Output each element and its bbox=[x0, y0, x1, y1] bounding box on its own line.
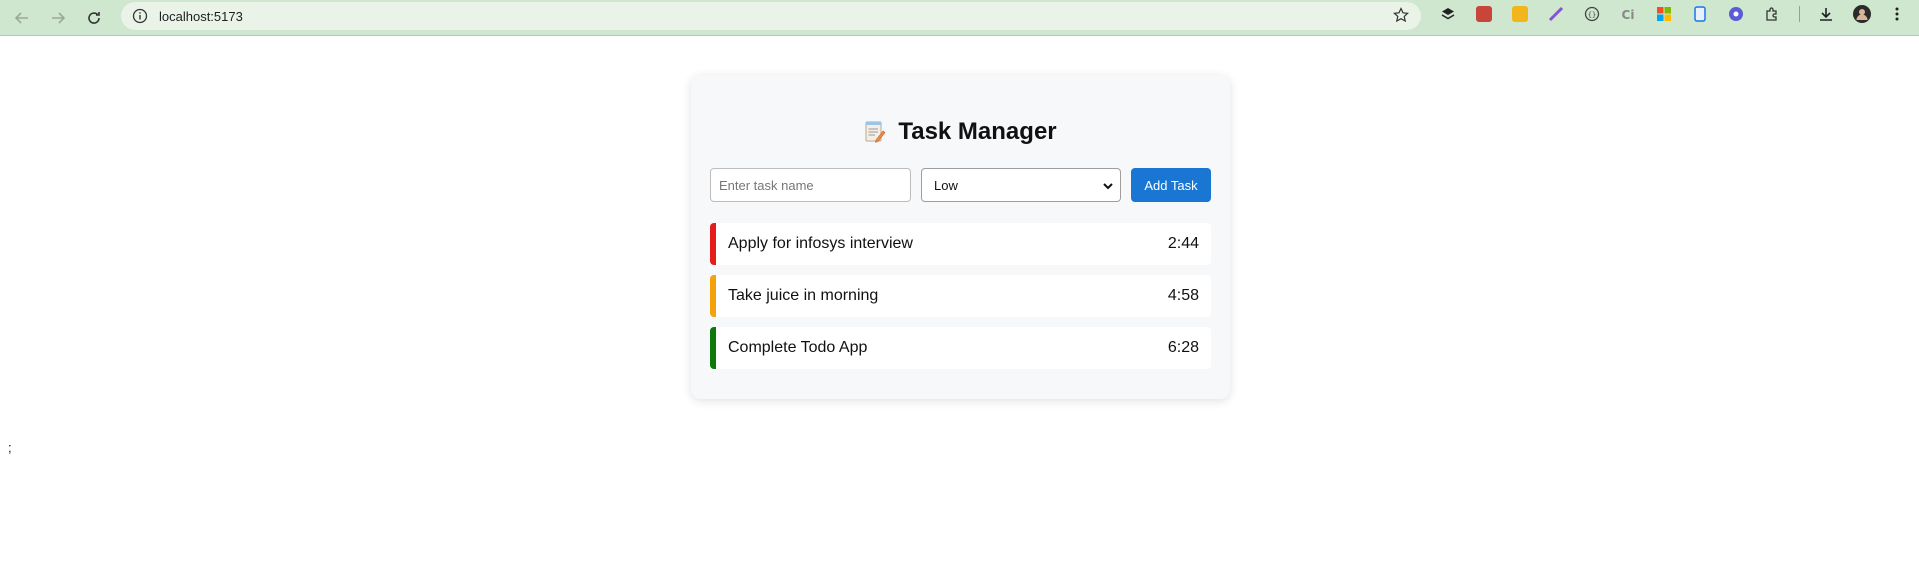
svg-text:Ci: Ci bbox=[1622, 8, 1635, 22]
priority-selected-value: Low bbox=[934, 177, 958, 193]
url-text: localhost:5173 bbox=[159, 8, 243, 24]
microsoft-extension-icon[interactable] bbox=[1654, 4, 1674, 24]
forward-arrow-icon[interactable] bbox=[40, 0, 76, 36]
task-item[interactable]: Complete Todo App 6:28 bbox=[710, 327, 1211, 369]
downloads-icon[interactable] bbox=[1816, 4, 1836, 24]
priority-select[interactable]: Low bbox=[921, 168, 1121, 202]
task-manager-card: Task Manager Low Add Task Apply for info… bbox=[691, 75, 1230, 399]
title-row: Task Manager bbox=[691, 118, 1230, 146]
chevron-down-icon bbox=[1102, 180, 1114, 195]
page-title: Task Manager bbox=[898, 118, 1057, 145]
task-timer: 6:28 bbox=[1167, 339, 1199, 356]
priority-color-bar bbox=[710, 275, 716, 317]
back-arrow-icon[interactable] bbox=[4, 0, 40, 36]
stray-text: ; bbox=[8, 440, 12, 455]
layers-extension-icon[interactable] bbox=[1438, 4, 1458, 24]
ci-extension-icon[interactable]: Ci bbox=[1618, 4, 1638, 24]
task-timer: 4:58 bbox=[1167, 287, 1199, 304]
pen-extension-icon[interactable] bbox=[1546, 4, 1566, 24]
code-extension-icon[interactable]: {} bbox=[1582, 4, 1602, 24]
add-task-button[interactable]: Add Task bbox=[1131, 168, 1211, 202]
reload-icon[interactable] bbox=[76, 0, 112, 36]
bookmark-star-icon[interactable] bbox=[1393, 7, 1409, 28]
task-name: Take juice in morning bbox=[728, 287, 879, 304]
task-list: Apply for infosys interview 2:44 Take ju… bbox=[710, 223, 1211, 379]
task-name: Complete Todo App bbox=[728, 339, 868, 356]
svg-text:{}: {} bbox=[1588, 11, 1596, 19]
toolbar-divider bbox=[1799, 6, 1800, 22]
memo-icon bbox=[864, 120, 886, 144]
menu-kebab-icon[interactable] bbox=[1887, 4, 1907, 24]
task-name: Apply for infosys interview bbox=[728, 235, 913, 252]
add-task-form: Low Add Task bbox=[710, 168, 1211, 202]
yellow-extension-icon[interactable] bbox=[1510, 4, 1530, 24]
task-name-input[interactable] bbox=[710, 168, 911, 202]
phone-extension-icon[interactable] bbox=[1690, 4, 1710, 24]
gear-extension-icon[interactable] bbox=[1726, 4, 1746, 24]
priority-color-bar bbox=[710, 327, 716, 369]
profile-avatar-icon[interactable] bbox=[1852, 4, 1872, 24]
priority-color-bar bbox=[710, 223, 716, 265]
address-bar[interactable]: localhost:5173 bbox=[121, 2, 1421, 30]
red-extension-icon[interactable] bbox=[1474, 4, 1494, 24]
site-info-icon[interactable] bbox=[125, 8, 155, 24]
browser-toolbar: localhost:5173 {} Ci bbox=[0, 0, 1919, 36]
task-item[interactable]: Apply for infosys interview 2:44 bbox=[710, 223, 1211, 265]
task-timer: 2:44 bbox=[1167, 235, 1199, 252]
puzzle-extensions-icon[interactable] bbox=[1762, 4, 1782, 24]
task-item[interactable]: Take juice in morning 4:58 bbox=[710, 275, 1211, 317]
